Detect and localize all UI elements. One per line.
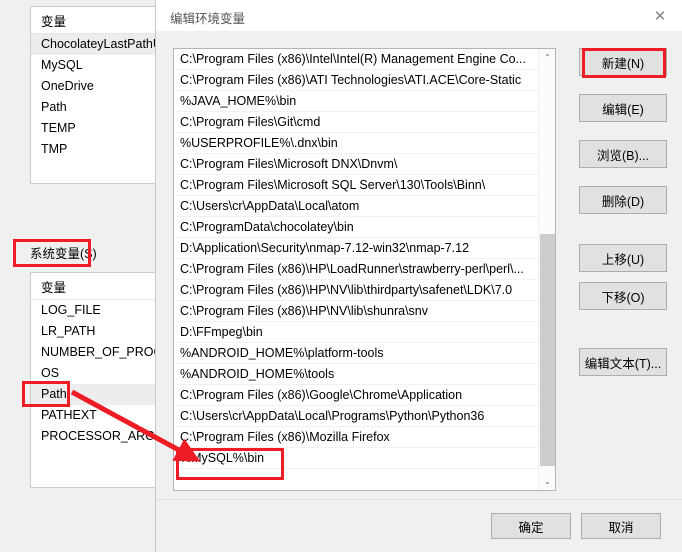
path-entry-row[interactable]: C:\Program Files\Microsoft DNX\Dnvm\ [174, 154, 538, 175]
path-entry-row[interactable]: D:\FFmpeg\bin [174, 322, 538, 343]
cancel-button[interactable]: 取消 [581, 513, 661, 539]
path-entry-row[interactable]: C:\Users\cr\AppData\Local\atom [174, 196, 538, 217]
path-entry-row[interactable]: C:\Users\cr\AppData\Local\Programs\Pytho… [174, 406, 538, 427]
system-variable-row[interactable]: PATHEXT [31, 405, 169, 426]
user-variables-column-header: 变量 [31, 7, 169, 34]
path-entry-row[interactable]: %JAVA_HOME%\bin [174, 91, 538, 112]
path-entries-container: C:\Program Files (x86)\Intel\Intel(R) Ma… [174, 49, 538, 490]
user-variable-row[interactable]: ChocolateyLastPathUp [31, 34, 169, 55]
system-variable-row[interactable]: LOG_FILE [31, 300, 169, 321]
system-variable-row[interactable]: LR_PATH [31, 321, 169, 342]
system-variable-row-path[interactable]: Path [31, 384, 169, 405]
edit-text-button[interactable]: 编辑文本(T)... [579, 348, 667, 376]
dialog-footer: 确定 取消 [156, 499, 682, 552]
system-variables-list[interactable]: 变量 LOG_FILE LR_PATH NUMBER_OF_PROCES OS … [30, 272, 170, 488]
environment-variables-window: 变量 ChocolateyLastPathUp MySQL OneDrive P… [0, 0, 170, 552]
user-variable-row[interactable]: OneDrive [31, 76, 169, 97]
path-entry-row[interactable]: C:\Program Files (x86)\HP\LoadRunner\str… [174, 259, 538, 280]
system-variables-label: 系统变量(S) [30, 247, 97, 261]
path-entry-row[interactable]: C:\Program Files (x86)\Intel\Intel(R) Ma… [174, 49, 538, 70]
scrollbar-thumb[interactable] [540, 234, 555, 466]
user-variable-row[interactable]: Path [31, 97, 169, 118]
system-variables-column-header: 变量 [31, 273, 169, 300]
path-entry-row[interactable]: C:\ProgramData\chocolatey\bin [174, 217, 538, 238]
screenshot-root: 变量 ChocolateyLastPathUp MySQL OneDrive P… [0, 0, 682, 552]
scroll-up-icon[interactable]: ⌃ [539, 49, 555, 66]
path-entries-listbox[interactable]: C:\Program Files (x86)\Intel\Intel(R) Ma… [173, 48, 556, 491]
ok-button[interactable]: 确定 [491, 513, 571, 539]
edit-button[interactable]: 编辑(E) [579, 94, 667, 122]
path-entry-row[interactable]: C:\Program Files (x86)\ATI Technologies\… [174, 70, 538, 91]
dialog-titlebar: 编辑环境变量 ✕ [156, 0, 682, 31]
scroll-down-icon[interactable]: ⌄ [539, 473, 555, 490]
path-list-scrollbar[interactable]: ⌃ ⌄ [538, 49, 555, 490]
close-icon[interactable]: ✕ [638, 0, 682, 31]
path-entry-row[interactable]: C:\Program Files\Microsoft SQL Server\13… [174, 175, 538, 196]
system-variable-row[interactable]: OS [31, 363, 169, 384]
dialog-title: 编辑环境变量 [170, 12, 246, 26]
path-entry-row[interactable]: C:\Program Files\Git\cmd [174, 112, 538, 133]
path-entry-row-mysql[interactable]: %MySQL%\bin [174, 448, 538, 469]
user-variable-row[interactable]: TEMP [31, 118, 169, 139]
move-down-button[interactable]: 下移(O) [579, 282, 667, 310]
environment-variables-window-body: 变量 ChocolateyLastPathUp MySQL OneDrive P… [10, 0, 170, 552]
system-variable-row[interactable]: NUMBER_OF_PROCES [31, 342, 169, 363]
path-entry-row[interactable]: %ANDROID_HOME%\tools [174, 364, 538, 385]
dialog-body: C:\Program Files (x86)\Intel\Intel(R) Ma… [156, 31, 682, 500]
new-button[interactable]: 新建(N) [579, 48, 667, 76]
delete-button[interactable]: 删除(D) [579, 186, 667, 214]
path-entry-row[interactable]: C:\Program Files (x86)\Google\Chrome\App… [174, 385, 538, 406]
user-variable-row[interactable]: TMP [31, 139, 169, 160]
path-entry-row[interactable]: D:\Application\Security\nmap-7.12-win32\… [174, 238, 538, 259]
path-entry-row[interactable]: %USERPROFILE%\.dnx\bin [174, 133, 538, 154]
path-entry-row[interactable]: C:\Program Files (x86)\Mozilla Firefox [174, 427, 538, 448]
user-variable-row[interactable]: MySQL [31, 55, 169, 76]
path-entry-row[interactable]: C:\Program Files (x86)\HP\NV\lib\shunra\… [174, 301, 538, 322]
path-entry-row[interactable]: %ANDROID_HOME%\platform-tools [174, 343, 538, 364]
browse-button[interactable]: 浏览(B)... [579, 140, 667, 168]
move-up-button[interactable]: 上移(U) [579, 244, 667, 272]
system-variable-row[interactable]: PROCESSOR_ARCHITE [31, 426, 169, 447]
edit-environment-variable-dialog: 编辑环境变量 ✕ C:\Program Files (x86)\Intel\In… [155, 0, 682, 552]
user-variables-list[interactable]: 变量 ChocolateyLastPathUp MySQL OneDrive P… [30, 6, 170, 184]
path-entry-row[interactable]: C:\Program Files (x86)\HP\NV\lib\thirdpa… [174, 280, 538, 301]
